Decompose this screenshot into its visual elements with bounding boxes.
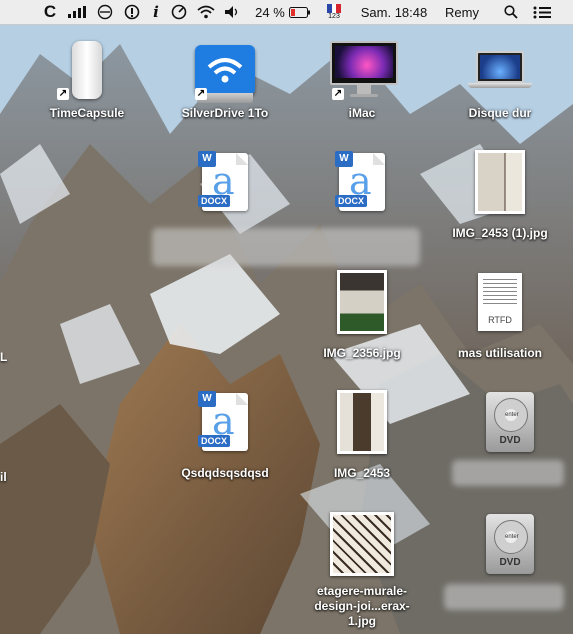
jpg-thumbnail-icon: [330, 270, 394, 334]
partial-label: il: [0, 470, 7, 484]
user-name: Remy: [445, 4, 479, 20]
blurred-label: [152, 228, 420, 266]
volume-icon[interactable]: [222, 0, 242, 24]
battery-icon: [288, 6, 310, 18]
input-source-menu[interactable]: 123: [324, 0, 344, 24]
signal-icon[interactable]: [66, 0, 88, 24]
laptop-icon: [468, 38, 532, 102]
time-capsule-icon: ↗: [55, 38, 119, 102]
desktop-icon-docx-3[interactable]: Wa DOCX Qsdqdsqsdqsd: [169, 390, 281, 481]
desktop-icon-etagere[interactable]: etagere-murale-design-joi...erax-1.jpg: [306, 512, 418, 629]
dvd-icon: enter DVD: [478, 512, 542, 576]
alias-arrow-icon: ↗: [57, 88, 69, 100]
icon-label: IMG_2356.jpg: [323, 346, 401, 360]
user-menu[interactable]: Remy: [440, 0, 484, 24]
blurred-label: [444, 584, 564, 610]
desktop-icon-imac[interactable]: ↗ iMac: [306, 38, 418, 121]
docx-icon: Wa DOCX: [193, 150, 257, 214]
rtfd-icon: RTFD: [468, 270, 532, 334]
speedometer-icon[interactable]: [168, 0, 190, 24]
wifi-icon: [207, 58, 243, 83]
docx-icon: Wa DOCX: [330, 150, 394, 214]
battery-percent: 24 %: [255, 4, 285, 20]
icon-label: mas utilisation: [457, 346, 543, 360]
desktop-icon-silverdrive[interactable]: ↗ SilverDrive 1To: [169, 38, 281, 121]
desktop-icon-docx-2[interactable]: Wa DOCX: [306, 150, 418, 214]
desktop-icon-mas-utilisation[interactable]: RTFD mas utilisation: [444, 270, 556, 361]
ccleaner-icon[interactable]: C: [40, 0, 60, 24]
alias-arrow-icon: ↗: [332, 88, 344, 100]
icon-label: IMG_2453 (1).jpg: [452, 226, 548, 240]
jpg-thumbnail-icon: [330, 390, 394, 454]
menu-bar: C i 24 % 123 Sam. 18:48 Remy: [0, 0, 573, 25]
icon-label: IMG_2453: [333, 466, 391, 480]
spotlight-search-icon[interactable]: [500, 0, 522, 24]
istat-icon[interactable]: [121, 0, 143, 24]
jpg-thumbnail-icon: [330, 512, 394, 576]
imac-icon: ↗: [330, 38, 398, 102]
time-machine-icon[interactable]: [94, 0, 116, 24]
jpg-thumbnail-icon: [468, 150, 532, 214]
desktop-icon-disque-dur[interactable]: Disque dur: [444, 38, 556, 121]
dvd-icon: enter DVD: [478, 390, 542, 454]
icon-label: etagere-murale-design-joi...erax-1.jpg: [314, 584, 410, 628]
input-source-label: 123: [328, 12, 340, 20]
alias-arrow-icon: ↗: [195, 88, 207, 100]
clock-text: Sam. 18:48: [360, 4, 428, 20]
notification-center-icon[interactable]: [530, 0, 554, 24]
icon-label: Qsdqdsqsdqsd: [181, 466, 269, 480]
external-drive-icon: ↗: [193, 38, 257, 103]
desktop-icon-timecapsule[interactable]: ↗ TimeCapsule: [31, 38, 143, 121]
desktop-icon-docx-1[interactable]: Wa DOCX: [169, 150, 281, 214]
icon-label: TimeCapsule: [49, 106, 125, 120]
french-flag-icon: [327, 3, 341, 13]
battery-status[interactable]: 24 %: [254, 0, 312, 24]
wifi-icon[interactable]: [195, 0, 217, 24]
desktop-icon-dvd-1[interactable]: enter DVD: [454, 390, 566, 454]
info-icon[interactable]: i: [147, 0, 165, 24]
desktop-icon-dvd-2[interactable]: enter DVD: [454, 512, 566, 576]
desktop-icon-img-2453-1[interactable]: IMG_2453 (1).jpg: [444, 150, 556, 241]
blurred-label: [452, 460, 564, 486]
icon-label: SilverDrive 1To: [181, 106, 269, 120]
clock[interactable]: Sam. 18:48: [355, 0, 433, 24]
docx-icon: Wa DOCX: [193, 390, 257, 454]
icon-label: Disque dur: [468, 106, 532, 120]
icon-label: iMac: [348, 106, 376, 120]
partial-label: L: [0, 350, 8, 364]
desktop-icon-img-2356[interactable]: IMG_2356.jpg: [306, 270, 418, 361]
desktop-icon-img-2453[interactable]: IMG_2453: [306, 390, 418, 481]
